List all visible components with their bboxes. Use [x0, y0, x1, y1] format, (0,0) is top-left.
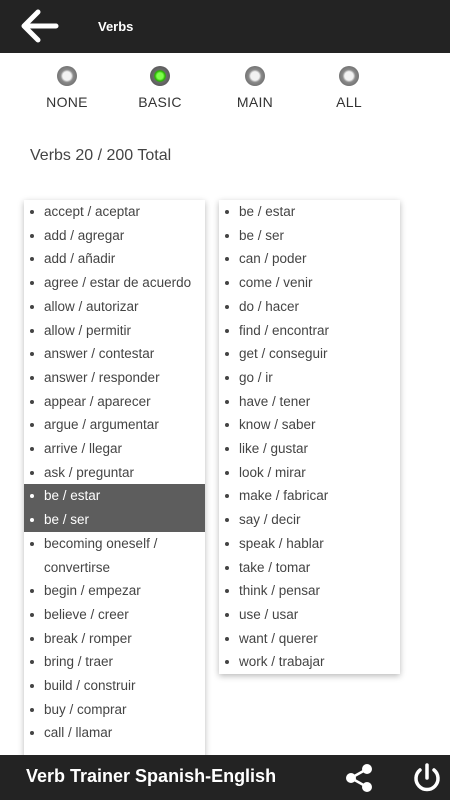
radio-none[interactable]: NONE: [27, 66, 107, 110]
radio-all-indicator: [339, 66, 359, 86]
page-title: Verbs: [98, 19, 134, 34]
verb-list-item[interactable]: ask / preguntar: [24, 461, 205, 485]
selected-verb-item[interactable]: want / querer: [219, 627, 400, 651]
verb-list-item[interactable]: appear / aparecer: [24, 390, 205, 414]
verb-list-item[interactable]: bring / traer: [24, 650, 205, 674]
verb-list-item[interactable]: begin / empezar: [24, 579, 205, 603]
selected-verb-item[interactable]: do / hacer: [219, 295, 400, 319]
verb-list-item[interactable]: arrive / llegar: [24, 437, 205, 461]
radio-all[interactable]: ALL: [309, 66, 389, 110]
radio-basic-indicator: [150, 66, 170, 86]
back-button[interactable]: [18, 8, 60, 44]
app-name: Verb Trainer Spanish-English: [26, 766, 277, 786]
selected-verb-item[interactable]: can / poder: [219, 247, 400, 271]
power-button[interactable]: [410, 762, 444, 794]
verb-list-item[interactable]: be / estar: [24, 484, 205, 509]
selected-verb-item[interactable]: think / pensar: [219, 579, 400, 603]
selected-verb-item[interactable]: take / tomar: [219, 556, 400, 580]
selected-verb-item[interactable]: get / conseguir: [219, 342, 400, 366]
verb-list-item[interactable]: answer / contestar: [24, 342, 205, 366]
arrow-left-icon: [21, 9, 59, 43]
verb-list-item[interactable]: argue / argumentar: [24, 413, 205, 437]
selected-verb-item[interactable]: know / saber: [219, 413, 400, 437]
radio-main-indicator: [245, 66, 265, 86]
verb-list-item[interactable]: agree / estar de acuerdo: [24, 271, 205, 295]
verb-list-item[interactable]: be / ser: [24, 508, 205, 532]
radio-none-indicator: [57, 66, 77, 86]
verb-list-item[interactable]: call / llamar: [24, 721, 205, 745]
radio-basic[interactable]: BASIC: [120, 66, 200, 110]
top-app-bar: Verbs: [0, 0, 450, 53]
verb-list-item[interactable]: build / construir: [24, 674, 205, 698]
verb-count-summary: Verbs 20 / 200 Total: [30, 147, 172, 164]
verb-list-item[interactable]: add / agregar: [24, 224, 205, 248]
selected-verb-item[interactable]: be / ser: [219, 224, 400, 248]
verb-list-item[interactable]: accept / aceptar: [24, 200, 205, 224]
radio-main[interactable]: MAIN: [215, 66, 295, 110]
verb-list-item[interactable]: believe / creer: [24, 603, 205, 627]
verb-list-item[interactable]: allow / autorizar: [24, 295, 205, 319]
radio-basic-label: BASIC: [138, 94, 182, 110]
radio-none-label: NONE: [46, 94, 88, 110]
selected-verb-item[interactable]: come / venir: [219, 271, 400, 295]
selected-verb-item[interactable]: use / usar: [219, 603, 400, 627]
selected-verb-item[interactable]: find / encontrar: [219, 319, 400, 343]
radio-main-label: MAIN: [236, 94, 274, 110]
selected-verb-item[interactable]: speak / hablar: [219, 532, 400, 556]
selected-verb-item[interactable]: look / mirar: [219, 461, 400, 485]
selected-verb-item[interactable]: go / ir: [219, 366, 400, 390]
radio-all-label: ALL: [336, 94, 362, 110]
verb-list-item[interactable]: buy / comprar: [24, 698, 205, 722]
bottom-bar: Verb Trainer Spanish-English: [0, 755, 450, 800]
selected-verbs-list[interactable]: be / estar be / ser can / poder come / veni…: [219, 200, 400, 674]
power-icon: [414, 763, 440, 792]
verb-list-item[interactable]: break / romper: [24, 627, 205, 651]
selected-verb-item[interactable]: make / fabricar: [219, 484, 400, 508]
selected-verb-item[interactable]: say / decir: [219, 508, 400, 532]
filter-radio-group: NONE BASIC MAIN ALL: [0, 66, 450, 116]
selected-verb-item[interactable]: work / trabajar: [219, 650, 400, 674]
selected-verb-item[interactable]: be / estar: [219, 200, 400, 224]
selected-verb-item[interactable]: have / tener: [219, 390, 400, 414]
share-button[interactable]: [342, 763, 376, 793]
verb-list-item[interactable]: becoming oneself / convertirse: [24, 532, 205, 579]
share-icon: [346, 764, 372, 792]
verb-list-item[interactable]: allow / permitir: [24, 319, 205, 343]
all-verbs-list[interactable]: accept / aceptar add / agregar add / añadi…: [24, 200, 205, 760]
selected-verb-item[interactable]: like / gustar: [219, 437, 400, 461]
verb-list-item[interactable]: answer / responder: [24, 366, 205, 390]
verb-list-item[interactable]: add / añadir: [24, 247, 205, 271]
